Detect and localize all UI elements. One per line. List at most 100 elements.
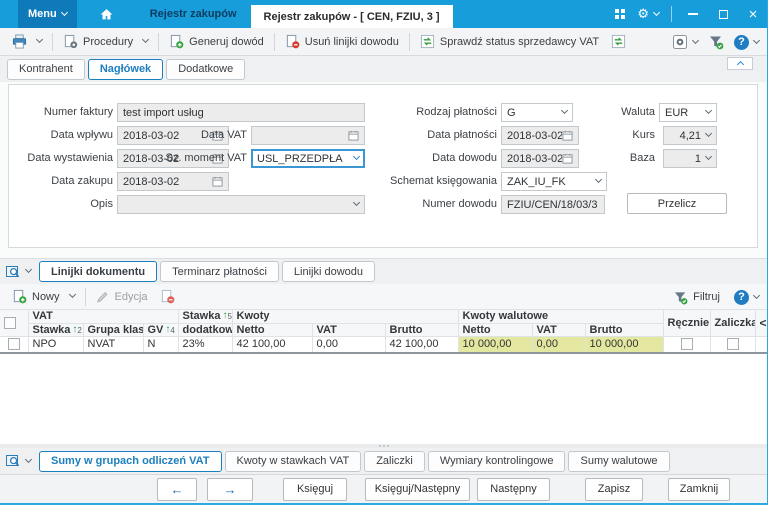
grid-settings-button[interactable] xyxy=(672,34,700,50)
select-all-checkbox[interactable] xyxy=(4,316,16,329)
print-button[interactable] xyxy=(6,31,48,52)
app-window: Menu Rejestr zakupów Rejestr zakupów - [… xyxy=(0,0,768,505)
previous-record-button[interactable]: ← xyxy=(157,477,197,501)
col-waluta-vat[interactable]: VAT xyxy=(532,323,586,337)
kurs-combobox[interactable]: 4,21 xyxy=(663,126,717,145)
cell-empty xyxy=(755,336,767,354)
apps-grid-icon[interactable] xyxy=(615,9,626,19)
col-stawka-dodatkowa-line1[interactable]: Stawka ↑ 5 xyxy=(178,310,233,324)
close-button[interactable]: × xyxy=(744,5,762,23)
schemat-ksiegowania-combobox[interactable]: ZAK_IU_FK xyxy=(501,172,607,191)
layout-search-icon xyxy=(6,265,20,277)
kurs-label: Kurs xyxy=(632,129,655,141)
col-waluta-netto[interactable]: Netto xyxy=(458,323,533,337)
tab-naglowek[interactable]: Nagłówek xyxy=(87,58,164,80)
grid-toolbar-right: Filtruj ? xyxy=(667,284,761,310)
grid-help-button[interactable]: ? xyxy=(734,289,761,305)
cell-zaliczka-cell xyxy=(710,336,756,354)
tab-sumy-walutowe[interactable]: Sumy walutowe xyxy=(568,450,670,472)
zapisz-button[interactable]: Zapisz xyxy=(585,477,643,501)
filtruj-label: Filtruj xyxy=(693,291,720,303)
view-selector-button[interactable] xyxy=(5,453,33,469)
przelicz-button[interactable]: Przelicz xyxy=(627,193,727,214)
tab-dodatkowe[interactable]: Dodatkowe xyxy=(166,58,246,80)
collapse-panel-chevron[interactable]: < xyxy=(755,310,767,337)
tab-kontrahent[interactable]: Kontrahent xyxy=(7,58,85,80)
col-stawka[interactable]: Stawka ↑ 2 xyxy=(28,323,84,337)
data-zakupu-label: Data zakupu xyxy=(51,175,113,187)
document-lines-table: VAT Stawka ↑ 5 Kwoty Kwoty walutowe Ręczni… xyxy=(0,310,767,354)
window-controls: ⚙ × xyxy=(615,0,762,28)
sz-moment-vat-label: Sz. moment VAT xyxy=(165,152,247,164)
sprawdz-status-icon-button[interactable] xyxy=(605,31,632,52)
home-button[interactable] xyxy=(99,7,114,22)
usun-linijki-button[interactable]: Usuń linijki dowodu xyxy=(279,31,405,52)
tab-linijki-dokumentu[interactable]: Linijki dokumentu xyxy=(39,261,158,282)
col-grupa-klas[interactable]: Grupa klas↑3 xyxy=(83,323,144,337)
numer-dowodu-input[interactable]: FZIU/CEN/18/03/3 xyxy=(501,195,605,214)
rodzaj-platnosci-label: Rodzaj płatności xyxy=(416,106,497,118)
col-netto[interactable]: Netto xyxy=(232,323,313,337)
group-header-vat: VAT xyxy=(28,310,179,324)
next-record-button[interactable]: → xyxy=(207,477,253,501)
opis-label: Opis xyxy=(90,198,113,210)
cell-waluta-netto: 10 000,00 xyxy=(458,336,533,354)
help-menu-button[interactable]: ? xyxy=(734,34,761,50)
sort-indicator[interactable]: ↑ 4 xyxy=(165,324,174,335)
view-selector-button[interactable] xyxy=(5,264,33,280)
recznie-checkbox[interactable] xyxy=(680,338,693,351)
nastepny-button[interactable]: Następny xyxy=(477,477,550,501)
separator xyxy=(671,6,672,22)
ksieguj-button[interactable]: Księguj xyxy=(283,477,347,501)
waluta-combobox[interactable]: EUR xyxy=(659,103,717,122)
row-checkbox[interactable] xyxy=(7,338,20,351)
baza-combobox[interactable]: 1 xyxy=(663,149,717,168)
tab-terminarz-platnosci[interactable]: Terminarz płatności xyxy=(160,261,279,282)
filtruj-button[interactable]: Filtruj xyxy=(667,287,726,308)
home-icon xyxy=(100,8,113,19)
minimize-button[interactable] xyxy=(684,5,702,23)
sprawdz-status-button[interactable]: Sprawdź status sprzedawcy VAT xyxy=(414,31,605,52)
tab-kwoty-w-stawkach[interactable]: Kwoty w stawkach VAT xyxy=(224,450,362,472)
col-waluta-brutto[interactable]: Brutto xyxy=(585,323,664,337)
row-checkbox-cell xyxy=(0,336,29,354)
ribbon-collapse-button[interactable] xyxy=(727,57,753,70)
sort-indicator[interactable]: ↑ 5 xyxy=(222,311,231,321)
titlebar-tab-rejestr-zakupow[interactable]: Rejestr zakupów xyxy=(142,0,245,28)
menu-button[interactable]: Menu xyxy=(18,0,77,28)
menu-label: Menu xyxy=(28,8,57,20)
col-vat[interactable]: VAT xyxy=(312,323,386,337)
usun-linijke-button[interactable] xyxy=(154,286,181,307)
zaliczka-checkbox[interactable] xyxy=(726,338,739,351)
nowy-button[interactable]: Nowy xyxy=(6,286,81,307)
settings-menu-button[interactable]: ⚙ xyxy=(637,8,661,21)
ksieguj-nastepny-button[interactable]: Księguj/Następny xyxy=(365,477,470,501)
table-row[interactable]: NPO NVAT N 23% 42 100,00 0,00 42 100,00 … xyxy=(0,336,767,354)
edycja-button[interactable]: Edycja xyxy=(90,287,154,307)
col-brutto[interactable]: Brutto xyxy=(385,323,459,337)
generuj-dowod-button[interactable]: Generuj dowód xyxy=(163,31,270,52)
document-plus-icon xyxy=(171,34,184,49)
separator xyxy=(273,32,275,51)
maximize-button[interactable] xyxy=(714,5,732,23)
procedury-button[interactable]: Procedury xyxy=(57,31,154,52)
col-stawka-dodatkowa-line2[interactable]: dodatkowa xyxy=(178,323,233,337)
titlebar-tab-active[interactable]: Rejestr zakupów - [ CEN, FZIU, 3 ] xyxy=(250,5,453,28)
numer-faktury-input[interactable]: test import usług xyxy=(117,103,365,122)
tab-wymiary-kontrolingowe[interactable]: Wymiary kontrolingowe xyxy=(427,450,566,472)
tab-zaliczki[interactable]: Zaliczki xyxy=(364,450,425,472)
main-toolbar: Procedury Generuj dowód Usuń linijki dow… xyxy=(0,28,767,56)
tab-sumy-w-grupach[interactable]: Sumy w grupach odliczeń VAT xyxy=(39,450,222,472)
rodzaj-platnosci-combobox[interactable]: G xyxy=(501,103,573,122)
data-zakupu-input[interactable]: 2018-03-02 xyxy=(117,172,229,191)
col-gv[interactable]: GV ↑ 4 xyxy=(143,323,179,337)
cell-grupa-klas: NVAT xyxy=(83,336,144,354)
tab-linijki-dowodu[interactable]: Linijki dowodu xyxy=(281,261,375,282)
procedury-label: Procedury xyxy=(83,35,134,48)
sort-indicator[interactable]: ↑ 2 xyxy=(72,324,81,335)
filter-status-button[interactable] xyxy=(708,34,724,50)
opis-combobox[interactable] xyxy=(117,195,365,214)
col-zaliczka[interactable]: Zaliczka xyxy=(710,310,756,337)
col-recznie[interactable]: Ręcznie xyxy=(663,310,711,337)
zamknij-button[interactable]: Zamknij xyxy=(668,477,730,501)
